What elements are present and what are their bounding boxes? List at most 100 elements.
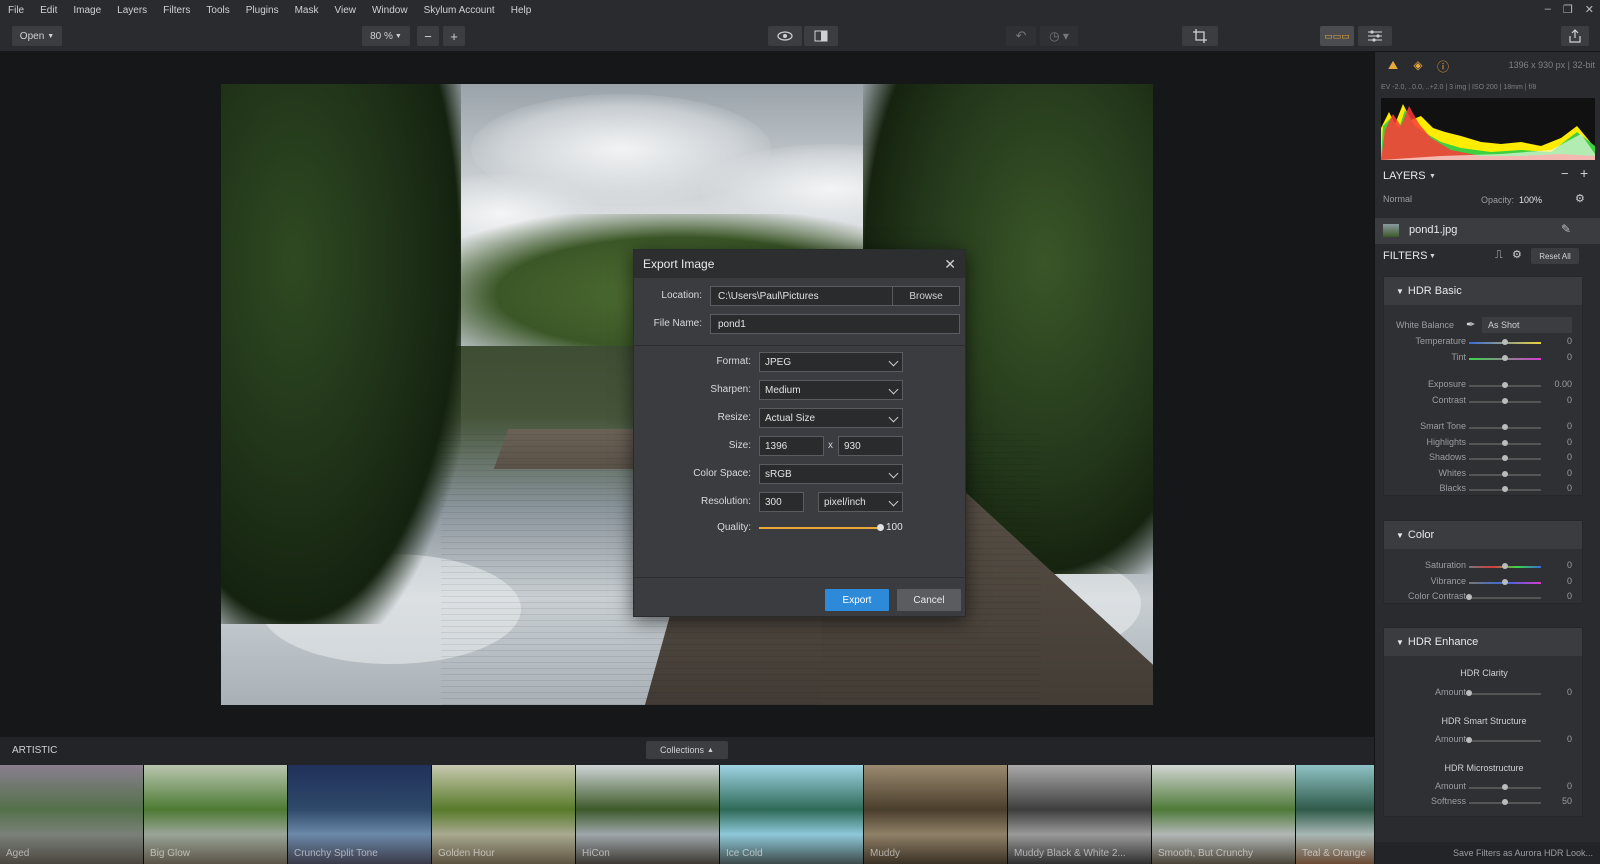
browse-button[interactable]: Browse xyxy=(892,287,959,305)
menu-file[interactable]: File xyxy=(0,5,32,16)
look-thumbnail[interactable]: Muddy xyxy=(864,765,1008,864)
opacity-value[interactable]: 100% xyxy=(1519,195,1542,205)
quality-slider-track[interactable] xyxy=(759,527,880,529)
look-thumbnail[interactable]: Muddy Black & White 2... xyxy=(1008,765,1152,864)
filter-header[interactable]: ▼ HDR Basic xyxy=(1384,277,1582,305)
reset-all-button[interactable]: Reset All xyxy=(1531,248,1579,264)
slider-label: Tint xyxy=(1451,352,1466,362)
slider-knob[interactable] xyxy=(1502,424,1508,430)
histogram-icon[interactable]: ⛰ xyxy=(1385,58,1401,74)
location-label: Location: xyxy=(661,290,702,301)
format-select[interactable]: JPEG xyxy=(759,352,903,372)
slider-track[interactable] xyxy=(1469,740,1541,742)
menu-edit[interactable]: Edit xyxy=(32,5,65,16)
menu-mask[interactable]: Mask xyxy=(287,5,327,16)
quality-slider-knob[interactable] xyxy=(877,524,884,531)
size-height-field[interactable]: 930 xyxy=(838,436,903,456)
filter-header[interactable]: ▼ HDR Enhance xyxy=(1384,628,1582,656)
gear-icon[interactable]: ⚙ xyxy=(1575,192,1585,205)
look-thumbnail[interactable]: Aged xyxy=(0,765,144,864)
look-thumbnail[interactable]: Golden Hour xyxy=(432,765,576,864)
eyedropper-icon[interactable]: ✒ xyxy=(1466,318,1475,331)
menu-skylum-account[interactable]: Skylum Account xyxy=(416,5,503,16)
menu-filters[interactable]: Filters xyxy=(155,5,198,16)
share-button[interactable] xyxy=(1561,26,1589,46)
slider-knob[interactable] xyxy=(1502,355,1508,361)
slider-track[interactable] xyxy=(1469,693,1541,695)
mask-icon[interactable]: ⎍ xyxy=(1495,249,1503,262)
slider-track[interactable] xyxy=(1469,597,1541,599)
look-thumbnail[interactable]: Ice Cold xyxy=(720,765,864,864)
slider-knob[interactable] xyxy=(1466,737,1472,743)
colorspace-label: Color Space: xyxy=(693,468,751,479)
sharpen-select[interactable]: Medium xyxy=(759,380,903,400)
menu-layers[interactable]: Layers xyxy=(109,5,155,16)
add-layer-icon[interactable]: + xyxy=(1580,165,1588,181)
adjustments-button[interactable] xyxy=(1358,26,1392,46)
open-button[interactable]: Open ▼ xyxy=(12,26,62,46)
save-look-button[interactable]: Save Filters as Aurora HDR Look... xyxy=(1375,842,1600,864)
look-thumbnail[interactable]: Smooth, But Crunchy xyxy=(1152,765,1296,864)
minimize-icon[interactable]: – xyxy=(1545,3,1551,16)
looks-button[interactable]: ▭▭▭ xyxy=(1320,26,1354,46)
close-icon[interactable]: ✕ xyxy=(944,256,956,273)
filter-header[interactable]: ▼ Color xyxy=(1384,521,1582,549)
preview-button[interactable] xyxy=(768,26,802,46)
zoom-dropdown[interactable]: 80 % ▼ xyxy=(362,26,410,46)
white-balance-select[interactable]: As Shot xyxy=(1482,317,1572,333)
filename-field[interactable]: pond1 xyxy=(710,314,960,334)
resolution-field[interactable]: 300 xyxy=(759,492,804,512)
looks-category[interactable]: ARTISTIC xyxy=(12,745,57,756)
layers-icon[interactable]: ◈ xyxy=(1410,58,1426,74)
menu-view[interactable]: View xyxy=(326,5,364,16)
restore-icon[interactable]: ❐ xyxy=(1563,3,1573,16)
menu-tools[interactable]: Tools xyxy=(198,5,237,16)
slider-knob[interactable] xyxy=(1502,339,1508,345)
caret-down-icon: ▼ xyxy=(1396,530,1404,540)
remove-layer-icon[interactable]: − xyxy=(1561,166,1569,181)
collections-button[interactable]: Collections ▲ xyxy=(646,741,728,759)
info-icon[interactable]: ⓘ xyxy=(1435,58,1451,74)
zoom-in-button[interactable]: + xyxy=(443,26,465,46)
slider-knob[interactable] xyxy=(1502,471,1508,477)
brush-icon[interactable]: ✎ xyxy=(1561,222,1571,236)
close-window-icon[interactable]: ✕ xyxy=(1585,3,1594,16)
look-thumbnail[interactable]: Crunchy Split Tone xyxy=(288,765,432,864)
layer-item[interactable]: pond1.jpg ✎ xyxy=(1375,218,1600,244)
layers-title[interactable]: LAYERS xyxy=(1383,170,1426,182)
compare-button[interactable] xyxy=(804,26,838,46)
settings-icon[interactable]: ⚙ xyxy=(1512,248,1522,261)
look-thumbnail[interactable]: HiCon xyxy=(576,765,720,864)
menu-window[interactable]: Window xyxy=(364,5,416,16)
look-thumbnail[interactable]: Big Glow xyxy=(144,765,288,864)
slider-knob[interactable] xyxy=(1502,398,1508,404)
colorspace-select[interactable]: sRGB xyxy=(759,464,903,484)
blend-mode-select[interactable]: Normal xyxy=(1383,194,1412,204)
slider-knob[interactable] xyxy=(1466,690,1472,696)
undo-button[interactable]: ↶ xyxy=(1006,26,1036,46)
history-button[interactable]: ◷ ▾ xyxy=(1040,26,1078,46)
menu-plugins[interactable]: Plugins xyxy=(238,5,287,16)
menu-help[interactable]: Help xyxy=(503,5,540,16)
cancel-button[interactable]: Cancel xyxy=(897,589,961,611)
menu-image[interactable]: Image xyxy=(65,5,109,16)
crop-button[interactable] xyxy=(1182,26,1218,46)
slider-knob[interactable] xyxy=(1502,486,1508,492)
slider-row: Tint 0 xyxy=(1384,352,1584,366)
resolution-unit-select[interactable]: pixel/inch xyxy=(818,492,903,512)
filters-title[interactable]: FILTERS xyxy=(1383,250,1427,262)
zoom-out-button[interactable]: − xyxy=(417,26,439,46)
size-width-field[interactable]: 1396 xyxy=(759,436,824,456)
slider-knob[interactable] xyxy=(1466,594,1472,600)
top-toolbar: Open ▼ 80 % ▼ − + ↶ ◷ ▾ ▭▭▭ xyxy=(0,21,1600,52)
slider-knob[interactable] xyxy=(1502,440,1508,446)
export-button[interactable]: Export xyxy=(825,589,889,611)
slider-knob[interactable] xyxy=(1502,455,1508,461)
chevron-down-icon: ▼ xyxy=(1429,173,1436,180)
slider-knob[interactable] xyxy=(1502,382,1508,388)
slider-knob[interactable] xyxy=(1502,563,1508,569)
resize-select[interactable]: Actual Size xyxy=(759,408,903,428)
slider-knob[interactable] xyxy=(1502,784,1508,790)
slider-knob[interactable] xyxy=(1502,799,1508,805)
slider-knob[interactable] xyxy=(1502,579,1508,585)
